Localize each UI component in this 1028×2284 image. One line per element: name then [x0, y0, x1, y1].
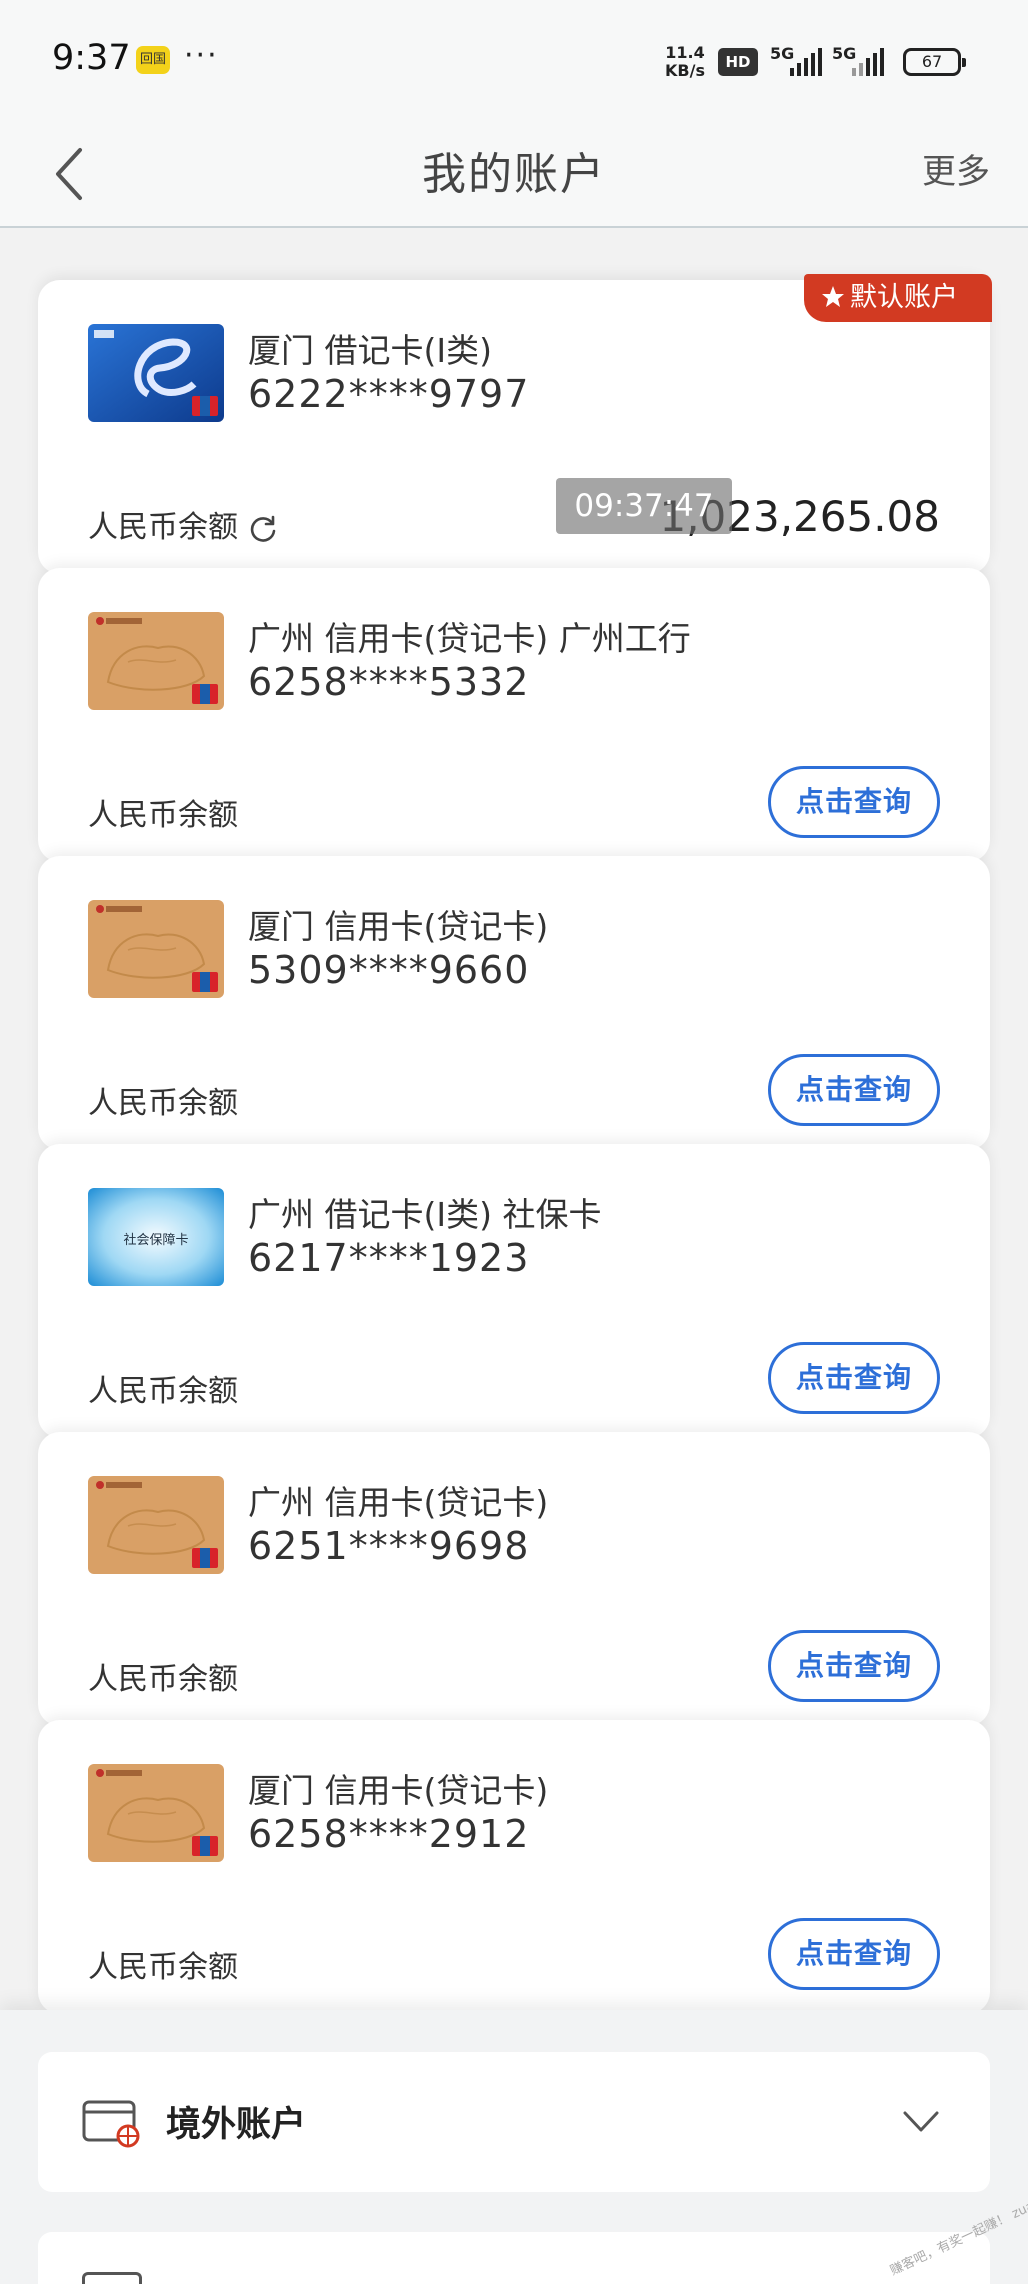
query-balance-button[interactable]: 点击查询 [768, 1342, 940, 1414]
section-icon [82, 2272, 142, 2284]
card-logo [88, 1764, 224, 1862]
overseas-account-section[interactable]: 境外账户 [38, 2052, 990, 2192]
more-notifications-icon: ··· [184, 38, 219, 73]
net-speed: 11.4 KB/s [665, 43, 705, 80]
account-card[interactable]: 广州 信用卡(贷记卡) 6251****9698 人民币余额 点击查询 [38, 1432, 990, 1726]
account-number: 6258****5332 [248, 660, 530, 704]
account-number: 6258****2912 [248, 1812, 530, 1856]
account-number: 6251****9698 [248, 1524, 530, 1568]
balance-label: 人民币余额 [88, 1086, 238, 1121]
account-number: 6222****9797 [248, 372, 530, 416]
card-logo [88, 324, 224, 422]
status-bar: 9:37 回国 ··· 11.4 KB/s HD 5G 5G 67 [0, 0, 1028, 120]
account-name: 广州 信用卡(贷记卡) [248, 1483, 549, 1522]
next-section-card[interactable] [38, 2232, 990, 2284]
balance-label: 人民币余额 [88, 1950, 238, 1985]
account-card[interactable]: 广州 信用卡(贷记卡) 广州工行 6258****5332 人民币余额 点击查询 [38, 568, 990, 862]
account-name: 厦门 借记卡(I类) [248, 331, 492, 370]
star-icon [822, 286, 844, 307]
card-logo [88, 612, 224, 710]
status-time: 9:37 [52, 38, 131, 78]
account-name: 广州 信用卡(贷记卡) 广州工行 [248, 619, 691, 658]
battery-icon: 67 [903, 48, 966, 76]
overseas-account-icon [82, 2100, 140, 2148]
card-logo: 社会保障卡 [88, 1188, 224, 1286]
refresh-icon[interactable] [248, 514, 278, 544]
account-card[interactable]: 厦门 信用卡(贷记卡) 5309****9660 人民币余额 点击查询 [38, 856, 990, 1150]
balance-label: 人民币余额 [88, 798, 238, 833]
query-balance-button[interactable]: 点击查询 [768, 766, 940, 838]
overseas-account-label: 境外账户 [166, 2105, 307, 2145]
account-card[interactable]: 社会保障卡 广州 借记卡(I类) 社保卡 6217****1923 人民币余额 点击查询 [38, 1144, 990, 1438]
account-name: 广州 借记卡(I类) 社保卡 [248, 1195, 602, 1234]
chevron-down-icon[interactable] [902, 2110, 940, 2134]
account-card[interactable]: 默认账户 厦门 借记卡(I类) 6222****9797 人民币余额 1,023,265… [38, 274, 992, 574]
app-notification-icon: 回国 [136, 46, 170, 74]
more-button[interactable]: 更多 [922, 144, 990, 193]
query-balance-button[interactable]: 点击查询 [768, 1918, 940, 1990]
social-card-text: 社会保障卡 [123, 1232, 188, 1248]
query-balance-button[interactable]: 点击查询 [768, 1630, 940, 1702]
account-number: 6217****1923 [248, 1236, 530, 1280]
query-balance-button[interactable]: 点击查询 [768, 1054, 940, 1126]
nav-bar: 我的账户 更多 [0, 120, 1028, 228]
hd-icon: HD [718, 48, 758, 76]
page-title: 我的账户 [422, 149, 606, 200]
balance-label: 人民币余额 [88, 1374, 238, 1409]
default-account-tag: 默认账户 [804, 274, 992, 322]
balance-label: 人民币余额 [88, 502, 278, 546]
timestamp-overlay: 09:37:47 [556, 478, 732, 534]
card-logo [88, 900, 224, 998]
account-name: 厦门 信用卡(贷记卡) [248, 1771, 549, 1810]
balance-label: 人民币余额 [88, 1662, 238, 1697]
card-logo [88, 1476, 224, 1574]
account-name: 厦门 信用卡(贷记卡) [248, 907, 549, 946]
account-number: 5309****9660 [248, 948, 530, 992]
account-card[interactable]: 厦门 信用卡(贷记卡) 6258****2912 人民币余额 点击查询 [38, 1720, 990, 2014]
